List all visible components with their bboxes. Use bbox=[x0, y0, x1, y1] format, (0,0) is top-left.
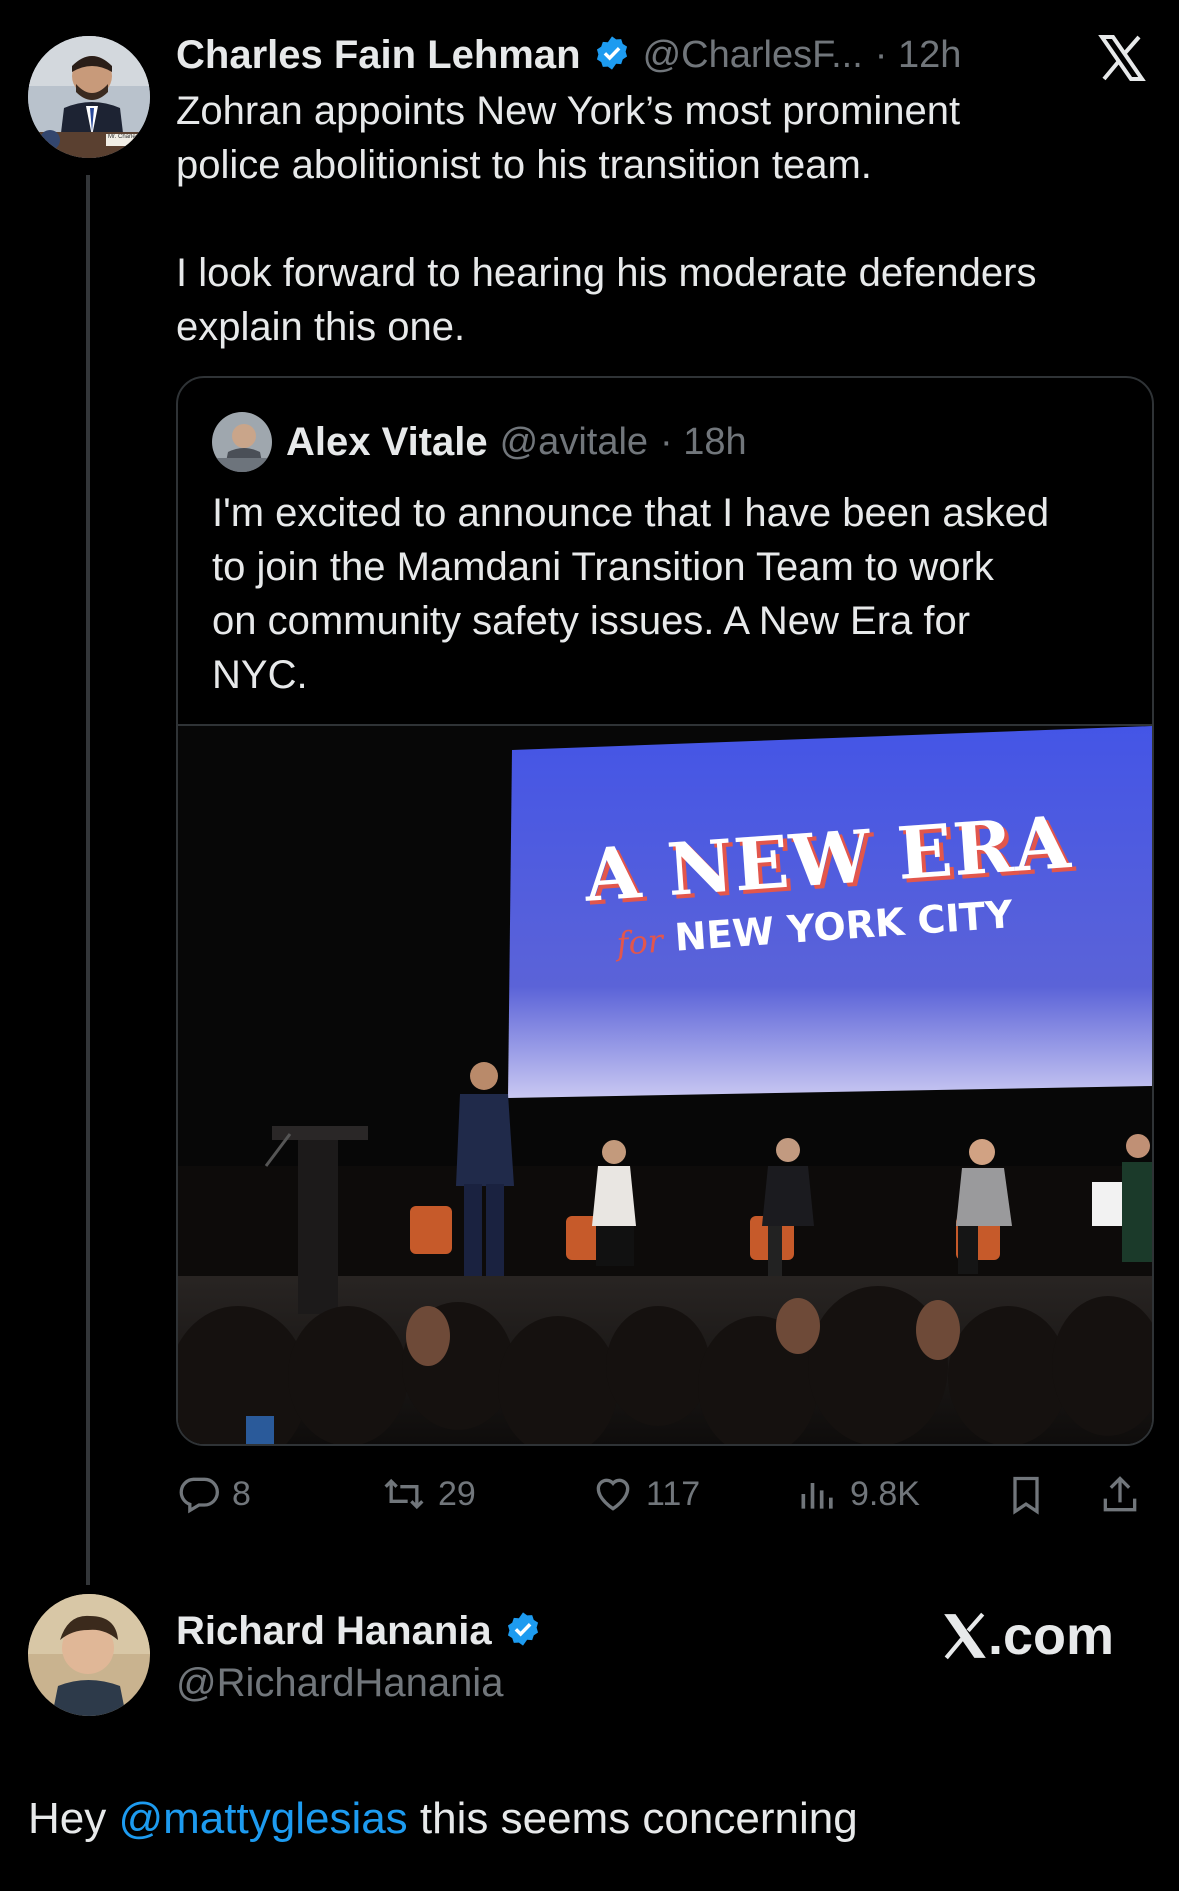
quote-tweet-card[interactable]: Alex Vitale @avitale · 18h I'm excited t… bbox=[176, 376, 1154, 1446]
reply-button[interactable]: 8 bbox=[176, 1472, 251, 1516]
action-bar: 8 29 117 9.8K bbox=[176, 1464, 1146, 1520]
quote-text: I'm excited to announce that I have been… bbox=[212, 486, 1132, 702]
verified-badge-icon bbox=[504, 1610, 542, 1653]
author-name[interactable]: Charles Fain Lehman bbox=[176, 33, 581, 78]
tweet-time[interactable]: · 12h bbox=[875, 34, 962, 77]
bookmark-button[interactable] bbox=[1004, 1472, 1048, 1523]
verified-badge-icon bbox=[593, 34, 631, 77]
tweet-text-line: police abolitionist to his transition te… bbox=[176, 143, 872, 187]
sharer-name[interactable]: Richard Hanania bbox=[176, 1609, 492, 1654]
tweet-text-line: I look forward to hearing his moderate d… bbox=[176, 251, 1037, 295]
quote-image[interactable]: A NEW ERA for NEW YORK CITY bbox=[178, 724, 1152, 1444]
heart-icon bbox=[596, 1478, 630, 1511]
quote-author-name[interactable]: Alex Vitale bbox=[286, 420, 488, 465]
bookmark-icon bbox=[1013, 1476, 1039, 1515]
quote-text-line: on community safety issues. A New Era fo… bbox=[212, 599, 971, 643]
comment-prefix: Hey bbox=[28, 1794, 119, 1843]
comment-suffix: this seems concerning bbox=[407, 1794, 858, 1843]
like-button[interactable]: 117 bbox=[590, 1472, 700, 1516]
x-logo-icon bbox=[944, 1612, 986, 1660]
sharer-header: Richard Hanania bbox=[176, 1604, 542, 1658]
mention-link[interactable]: @mattyglesias bbox=[118, 1794, 407, 1843]
reply-icon bbox=[179, 1477, 219, 1514]
tweet-text: Zohran appoints New York’s most prominen… bbox=[176, 84, 1136, 354]
quote-text-line: I'm excited to announce that I have been… bbox=[212, 491, 1050, 535]
quote-text-line: NYC. bbox=[212, 653, 308, 697]
quote-author-handle[interactable]: @avitale bbox=[500, 421, 648, 464]
quote-text-line: to join the Mamdani Transition Team to w… bbox=[212, 545, 994, 589]
sharer-comment: Hey @mattyglesias this seems concerning bbox=[28, 1790, 858, 1848]
site-domain: .com bbox=[988, 1606, 1115, 1666]
avatar-nameplate: Mr. Charles bbox=[108, 134, 139, 140]
reply-count: 8 bbox=[232, 1474, 251, 1513]
repost-icon bbox=[384, 1478, 424, 1510]
author-handle[interactable]: @CharlesF... bbox=[643, 34, 863, 77]
views-button[interactable]: 9.8K bbox=[796, 1472, 920, 1516]
quote-author-avatar[interactable] bbox=[212, 412, 272, 472]
repost-button[interactable]: 29 bbox=[380, 1472, 476, 1516]
site-watermark: .com bbox=[940, 1604, 1114, 1668]
repost-count: 29 bbox=[438, 1474, 476, 1513]
share-icon bbox=[1103, 1476, 1137, 1512]
thread-line bbox=[86, 175, 90, 1585]
quote-time[interactable]: · 18h bbox=[660, 421, 747, 464]
sharer-avatar[interactable] bbox=[28, 1594, 150, 1716]
analytics-icon bbox=[801, 1483, 833, 1509]
author-avatar[interactable]: Mr. Charles bbox=[28, 36, 150, 158]
sharer-handle[interactable]: @RichardHanania bbox=[176, 1656, 503, 1710]
view-count: 9.8K bbox=[850, 1474, 920, 1513]
share-button[interactable] bbox=[1098, 1472, 1142, 1523]
tweet-text-line: explain this one. bbox=[176, 305, 466, 349]
x-logo-icon[interactable] bbox=[1098, 34, 1146, 82]
screen-for: for bbox=[615, 921, 665, 963]
tweet-text-line: Zohran appoints New York’s most prominen… bbox=[176, 89, 961, 133]
quote-header: Alex Vitale @avitale · 18h bbox=[286, 414, 747, 470]
like-count: 117 bbox=[646, 1474, 701, 1513]
tweet-header: Charles Fain Lehman @CharlesF... · 12h bbox=[176, 28, 961, 82]
